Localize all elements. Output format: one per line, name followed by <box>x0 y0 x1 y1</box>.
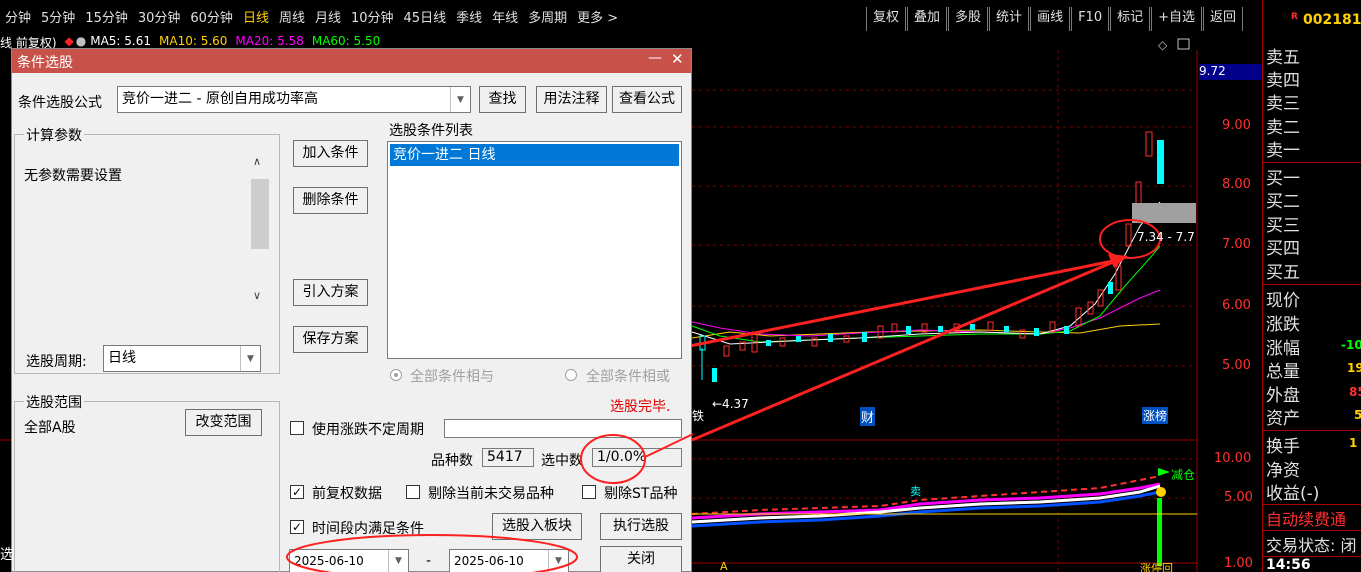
assets-label: 资产 <box>1266 409 1300 429</box>
change-pct-label: 涨幅 <box>1266 339 1300 359</box>
period-5min[interactable]: 5分钟 <box>36 8 80 30</box>
bid2-label: 买二 <box>1266 192 1300 212</box>
period-minute[interactable]: 分钟 <box>0 8 36 30</box>
ask1-label: 卖一 <box>1266 141 1300 161</box>
bid3-label: 买三 <box>1266 216 1300 236</box>
outer-volume-value: 85 <box>1349 385 1361 399</box>
period-bar: 分钟 5分钟 15分钟 30分钟 60分钟 日线 周线 月线 10分钟 45日线… <box>0 8 623 30</box>
assets-value: 5 <box>1354 408 1361 422</box>
period-60min[interactable]: 60分钟 <box>185 8 238 30</box>
bottom-a-label: A <box>720 560 728 572</box>
stock-code-box: R 002181 <box>1262 0 1361 38</box>
time-label: 14:56 <box>1266 557 1311 572</box>
period-monthly[interactable]: 月线 <box>310 8 346 30</box>
margin-badge: R <box>1291 12 1298 22</box>
multi-stock-button[interactable]: 多股 <box>948 7 989 31</box>
left-edge-glyph: 选 <box>0 547 14 563</box>
sell-marker: 卖 <box>910 485 921 498</box>
ask2-label: 卖二 <box>1266 118 1300 138</box>
top-toolbar: 分钟 5分钟 15分钟 30分钟 60分钟 日线 周线 月线 10分钟 45日线… <box>0 0 1361 36</box>
adjust-button[interactable]: 复权 <box>866 7 907 31</box>
price-tick-7: 7.00 <box>1222 237 1251 252</box>
period-15min[interactable]: 15分钟 <box>80 8 133 30</box>
draw-line-button[interactable]: 画线 <box>1030 7 1071 31</box>
dragon-tiger-marker[interactable]: 涨榜 <box>1142 407 1169 424</box>
period-weekly[interactable]: 周线 <box>274 8 310 30</box>
change-label: 涨跌 <box>1266 315 1300 335</box>
period-45day[interactable]: 45日线 <box>399 8 452 30</box>
stock-screener-dialog: 条件选股 — ✕ 条件选股公式 竞价一进二 - 原创自用成功率高 ▼ 查找 用法… <box>11 48 693 572</box>
low-price-label: ←4.37 <box>712 397 749 411</box>
annotation-overlay <box>286 433 693 572</box>
ask4-label: 卖四 <box>1266 71 1300 91</box>
limit-up-return-label: 涨停回 <box>1140 562 1173 572</box>
period-yearly[interactable]: 年线 <box>487 8 523 30</box>
price-tick-5: 5.00 <box>1222 358 1251 373</box>
statistics-button[interactable]: 统计 <box>989 7 1030 31</box>
reduce-position-label: 减仓 <box>1171 468 1196 482</box>
mark-button[interactable]: 标记 <box>1110 7 1151 31</box>
bid4-label: 买四 <box>1266 239 1300 259</box>
sub-tick-10: 10.00 <box>1214 451 1252 466</box>
period-30min[interactable]: 30分钟 <box>133 8 186 30</box>
auto-renew-label[interactable]: 自动续费通 <box>1266 506 1346 530</box>
price-tick-6: 6.00 <box>1222 298 1251 313</box>
period-10min[interactable]: 10分钟 <box>346 8 399 30</box>
ask5-label: 卖五 <box>1266 48 1300 68</box>
diamond-icon[interactable]: ◇ <box>1158 38 1168 52</box>
price-max-label: 9.72 <box>1199 64 1261 80</box>
chart-tool-bar: 复权 叠加 多股 统计 画线 F10 标记 +自选 返回 <box>866 7 1244 31</box>
sub-tick-1: 1.00 <box>1224 556 1253 571</box>
bid5-label: 买五 <box>1266 263 1300 283</box>
finance-marker[interactable]: 财 <box>860 407 876 426</box>
turnover-label: 换手 <box>1266 437 1300 457</box>
f10-button[interactable]: F10 <box>1071 7 1110 31</box>
change-pct-value: -10 <box>1341 338 1361 352</box>
volume-value: 19 <box>1347 361 1361 375</box>
turnover-value: 1 <box>1349 436 1358 450</box>
ask3-label: 卖三 <box>1266 94 1300 114</box>
price-tick-8: 8.00 <box>1222 177 1251 192</box>
outer-volume-label: 外盘 <box>1266 386 1300 406</box>
period-multi[interactable]: 多周期 <box>523 8 572 30</box>
add-watchlist-button[interactable]: +自选 <box>1151 7 1203 31</box>
net-assets-label: 净资 <box>1266 461 1300 481</box>
stock-code: 002181 <box>1303 12 1361 28</box>
earnings-label: 收益(-) <box>1266 484 1320 504</box>
period-more[interactable]: 更多 > <box>572 8 623 30</box>
iron-marker: 铁 <box>692 409 705 423</box>
volume-label: 总量 <box>1266 362 1300 382</box>
bid1-label: 买一 <box>1266 169 1300 189</box>
overlay-button[interactable]: 叠加 <box>907 7 948 31</box>
sub-tick-5: 5.00 <box>1224 490 1253 505</box>
period-daily[interactable]: 日线 <box>238 8 274 30</box>
trade-status-label: 交易状态: 闭 <box>1266 536 1357 555</box>
price-range-label: 7.34 - 7.7 <box>1137 230 1195 244</box>
period-quarterly[interactable]: 季线 <box>451 8 487 30</box>
price-tick-9: 9.00 <box>1222 118 1251 133</box>
back-button[interactable]: 返回 <box>1203 7 1244 31</box>
window-icon[interactable] <box>1177 38 1190 50</box>
quote-panel: 卖五 卖四 卖三 卖二 卖一 买一 买二 买三 买四 买五 现价 涨跌 涨幅 -… <box>1262 38 1361 572</box>
price-label: 现价 <box>1266 291 1300 311</box>
